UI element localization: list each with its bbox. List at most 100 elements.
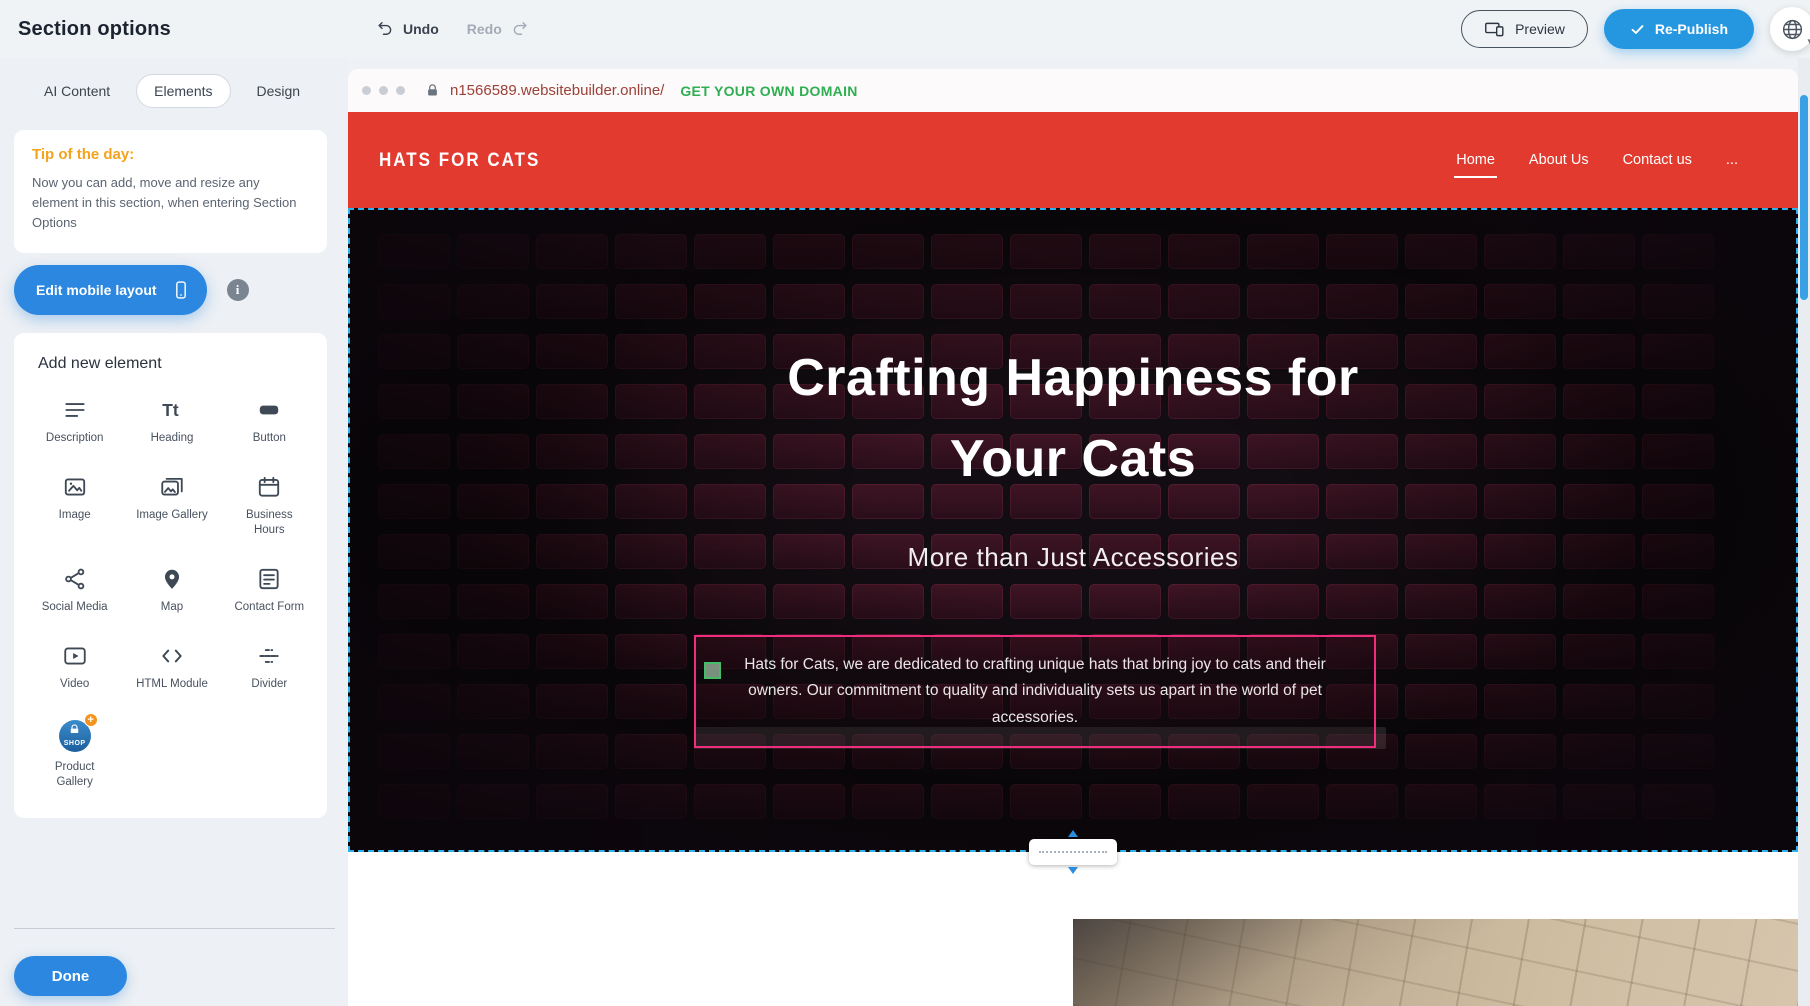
selected-text-element[interactable]: Hats for Cats, we are dedicated to craft… (694, 635, 1376, 748)
hero-tile (852, 584, 924, 619)
republish-button[interactable]: Re-Publish (1604, 9, 1754, 49)
hero-tile (1405, 584, 1477, 619)
window-dot (396, 86, 405, 95)
add-element-map[interactable]: Map (123, 550, 220, 627)
undo-button[interactable]: Undo (376, 20, 439, 39)
code-icon (159, 641, 185, 669)
hero-tile (378, 284, 450, 319)
hero-tile (536, 234, 608, 269)
hero-tile (615, 734, 687, 769)
hero-tile (1168, 234, 1240, 269)
add-element-panel: Add new element Description Tt Heading B… (14, 333, 327, 818)
hero-tile (457, 734, 529, 769)
add-element-contact-form[interactable]: Contact Form (221, 550, 318, 627)
get-domain-link[interactable]: GET YOUR OWN DOMAIN (680, 83, 857, 99)
hero-tile (1484, 634, 1556, 669)
arrow-up-icon (1068, 830, 1078, 837)
topbar: Section options Undo Redo Preview Re-P (0, 0, 1810, 58)
hero-tile (773, 584, 845, 619)
hero-tile (378, 784, 450, 819)
element-handle[interactable] (704, 662, 721, 679)
hero-tile (1089, 284, 1161, 319)
product-gallery-icon: SHOP + (59, 718, 91, 752)
edit-mobile-layout-label: Edit mobile layout (36, 282, 157, 298)
hero-tile (1089, 234, 1161, 269)
add-element-social-media[interactable]: Social Media (26, 550, 123, 627)
section-resize-handle[interactable] (1029, 839, 1117, 865)
hero-tile (773, 284, 845, 319)
footer-image (1073, 919, 1798, 1006)
top-actions: Preview Re-Publish ▾ (1461, 7, 1810, 51)
history-controls: Undo Redo (376, 0, 529, 58)
hero-content: Crafting Happiness for Your Cats More th… (348, 338, 1798, 573)
hero-tile (1484, 684, 1556, 719)
undo-label: Undo (403, 21, 439, 37)
arrow-down-icon (1068, 867, 1078, 874)
nav-about-us[interactable]: About Us (1527, 146, 1591, 174)
hero-tile (1642, 784, 1714, 819)
hero-tile (1326, 784, 1398, 819)
info-icon[interactable]: i (227, 279, 249, 301)
add-element-heading[interactable]: Tt Heading (123, 381, 220, 458)
hero-tile (694, 584, 766, 619)
svg-text:Tt: Tt (162, 400, 179, 420)
hero-heading[interactable]: Crafting Happiness for Your Cats (348, 338, 1798, 500)
hero-section[interactable]: Crafting Happiness for Your Cats More th… (348, 208, 1798, 852)
hero-tile (1247, 784, 1319, 819)
next-section[interactable] (348, 906, 1798, 1006)
site-nav: Home About Us Contact us ... (1454, 146, 1740, 174)
hero-tile (615, 584, 687, 619)
hero-tile (1010, 284, 1082, 319)
add-element-html-module[interactable]: HTML Module (123, 627, 220, 704)
hero-tile (615, 784, 687, 819)
browser-chrome-bar: n1566589.websitebuilder.online/ GET YOUR… (348, 69, 1798, 112)
hero-tile (1642, 734, 1714, 769)
hero-tile (536, 734, 608, 769)
add-element-image-gallery[interactable]: Image Gallery (123, 458, 220, 550)
hero-tile (1089, 584, 1161, 619)
site-logo[interactable]: HATS FOR CATS (379, 149, 540, 172)
tip-title: Tip of the day: (32, 146, 309, 163)
hero-tile (931, 584, 1003, 619)
edit-mobile-layout-button[interactable]: Edit mobile layout (14, 265, 207, 315)
redo-button[interactable]: Redo (467, 20, 529, 39)
done-button[interactable]: Done (14, 956, 127, 996)
business-hours-icon (256, 472, 282, 500)
tab-ai-content[interactable]: AI Content (26, 74, 128, 108)
add-element-business-hours[interactable]: Business Hours (221, 458, 318, 550)
redo-icon (510, 20, 529, 39)
language-globe-button[interactable]: ▾ (1770, 7, 1810, 51)
sidebar: AI Content Elements Design Tip of the da… (0, 58, 348, 1006)
tab-design[interactable]: Design (239, 74, 319, 108)
hero-tile (1089, 784, 1161, 819)
hero-subheading[interactable]: More than Just Accessories (348, 542, 1798, 573)
video-icon (62, 641, 88, 669)
tip-body: Now you can add, move and resize any ele… (32, 173, 309, 233)
nav-home[interactable]: Home (1454, 146, 1497, 174)
hero-tile (1642, 684, 1714, 719)
scrollbar-thumb[interactable] (1800, 95, 1808, 300)
preview-button[interactable]: Preview (1461, 10, 1588, 48)
hero-tile (1563, 634, 1635, 669)
hero-tile (1247, 584, 1319, 619)
add-element-video[interactable]: Video (26, 627, 123, 704)
nav-more[interactable]: ... (1724, 146, 1740, 174)
devices-icon (1484, 19, 1505, 40)
site-url: n1566589.websitebuilder.online/ (450, 82, 664, 99)
add-element-button[interactable]: Button (221, 381, 318, 458)
social-media-icon (62, 564, 88, 592)
hero-tile (1484, 784, 1556, 819)
hero-tile (1642, 284, 1714, 319)
add-element-product-gallery[interactable]: SHOP + Product Gallery (26, 704, 123, 802)
hero-tile (1405, 234, 1477, 269)
add-element-divider[interactable]: Divider (221, 627, 318, 704)
hero-tile (1010, 584, 1082, 619)
tab-elements[interactable]: Elements (136, 74, 230, 108)
hero-tile (536, 684, 608, 719)
hero-tile (536, 784, 608, 819)
nav-contact-us[interactable]: Contact us (1621, 146, 1694, 174)
site-header: HATS FOR CATS Home About Us Contact us .… (348, 112, 1798, 208)
add-element-description[interactable]: Description (26, 381, 123, 458)
add-element-image[interactable]: Image (26, 458, 123, 550)
heading-icon: Tt (159, 395, 185, 423)
